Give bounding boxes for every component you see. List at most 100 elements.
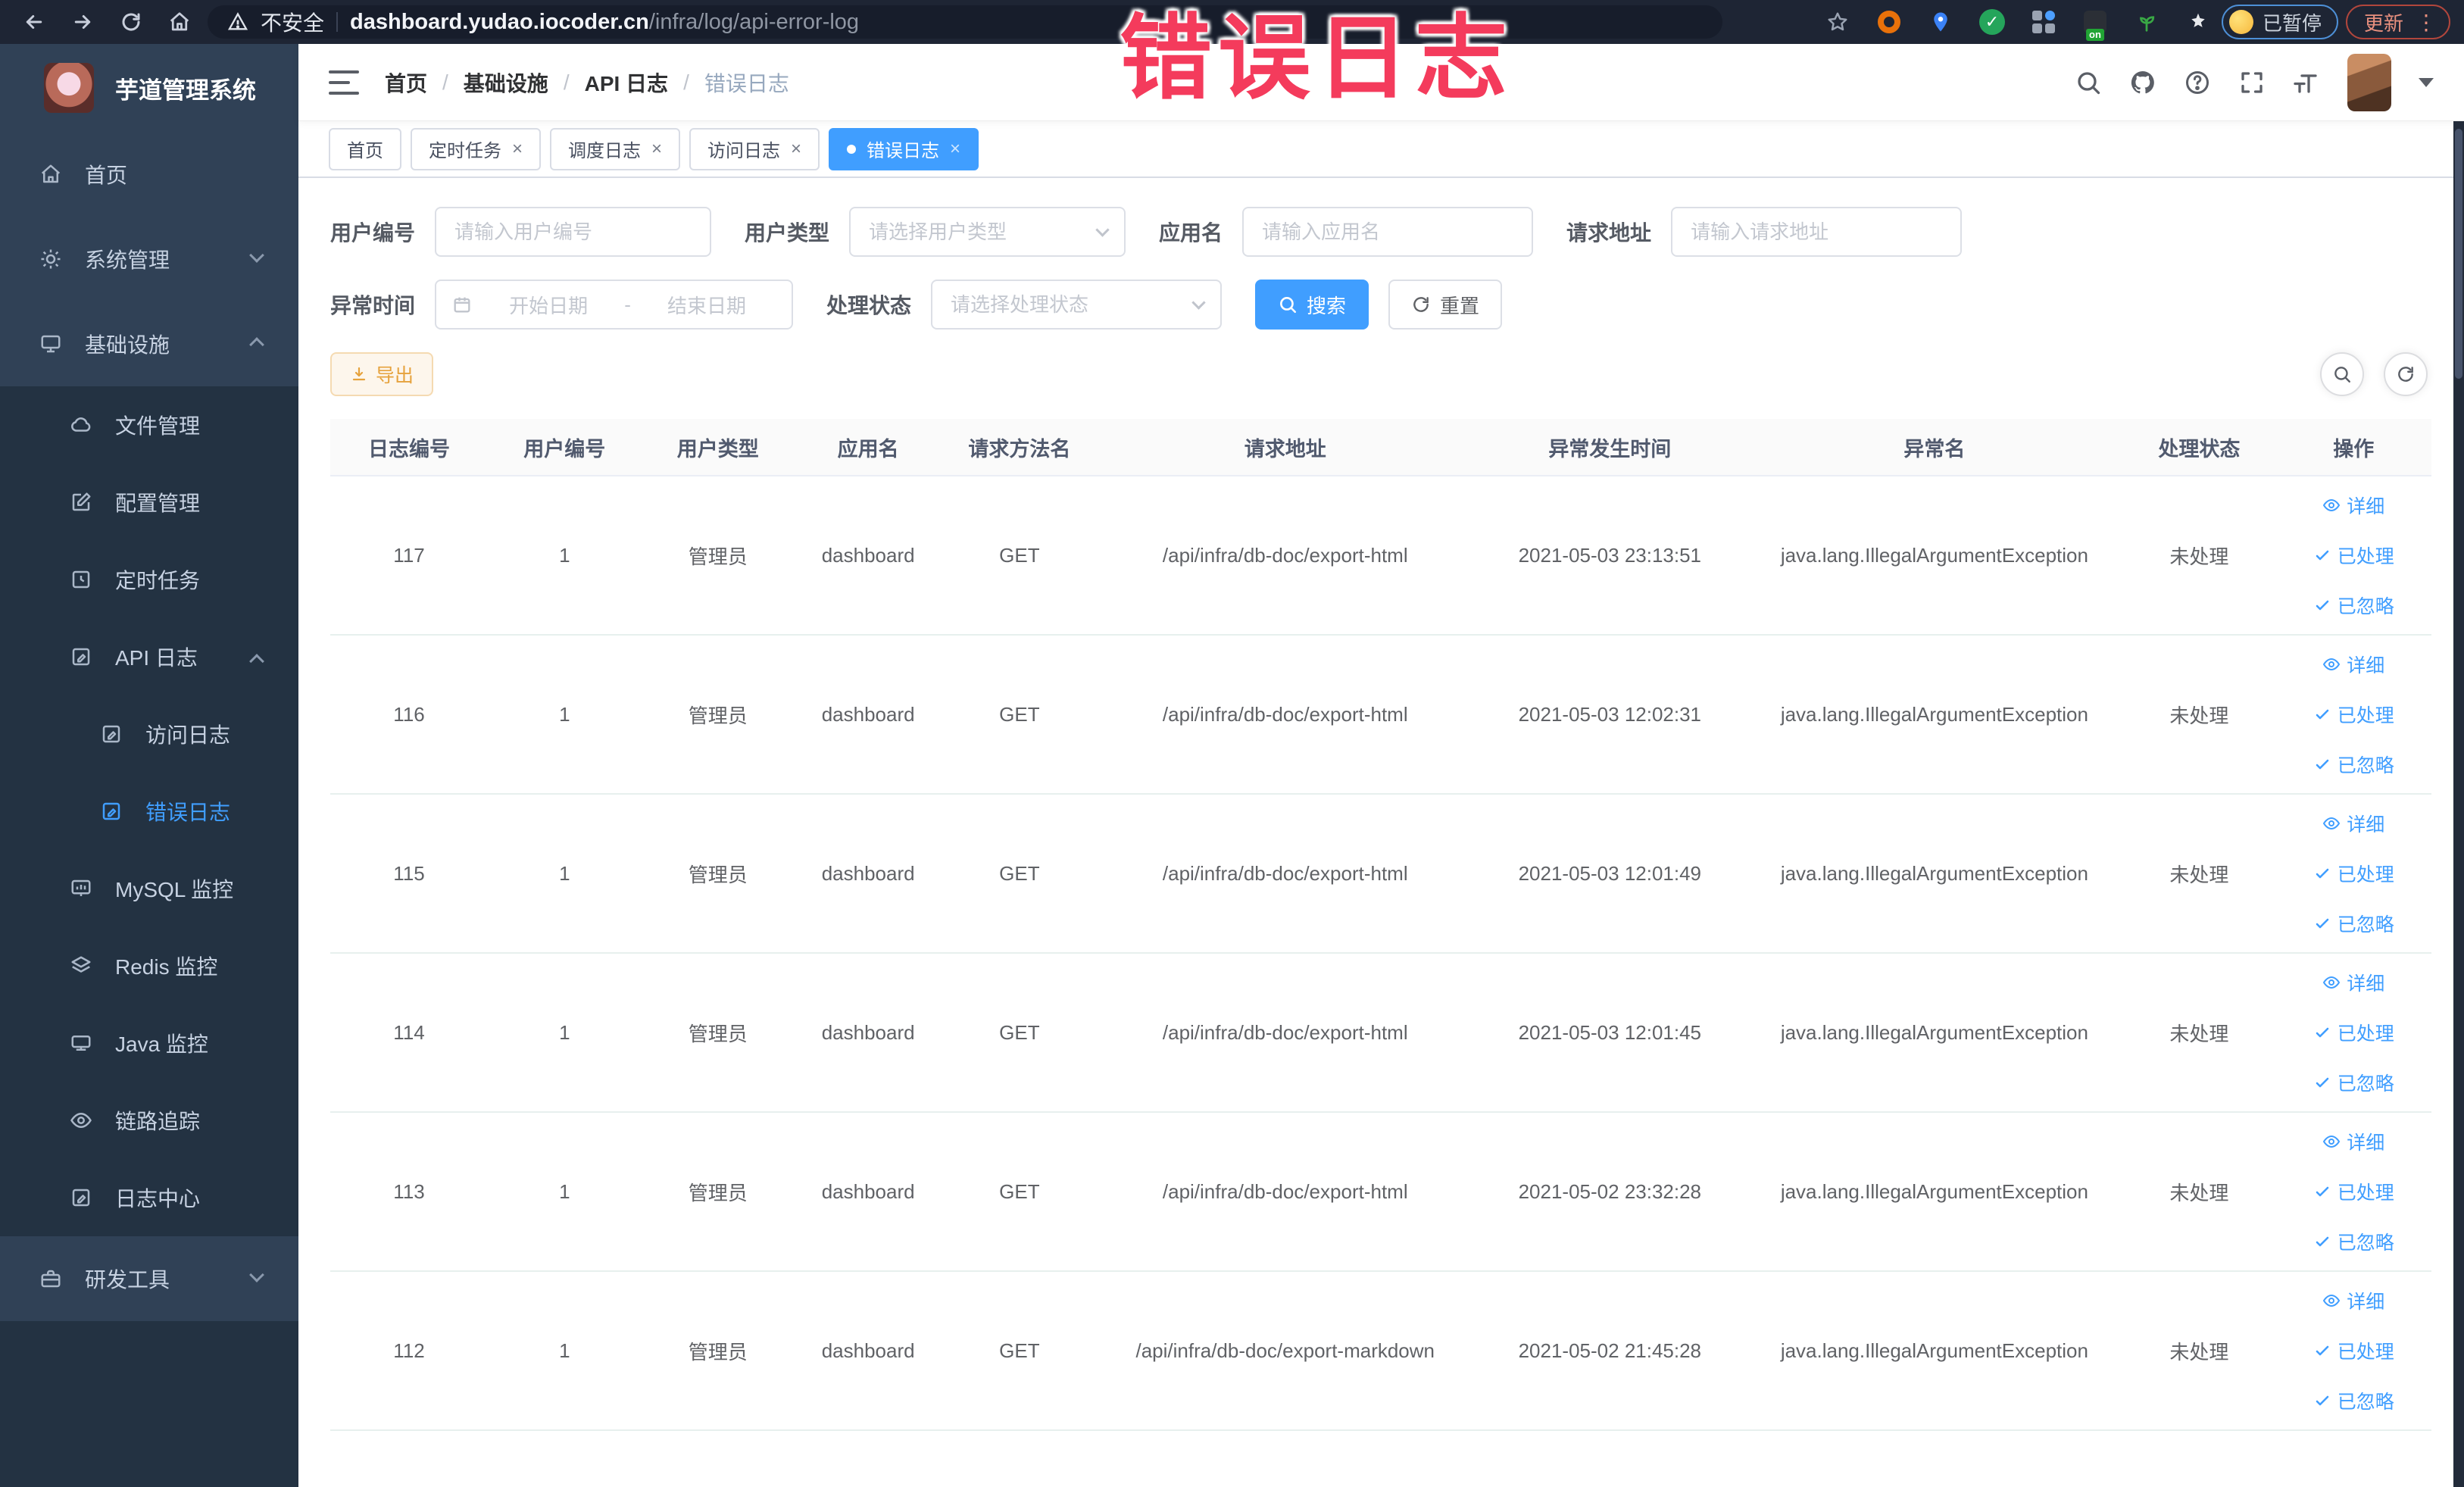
back-icon[interactable]	[14, 5, 55, 39]
cell-method: GET	[999, 861, 1040, 885]
font-size-icon[interactable]	[2293, 69, 2320, 96]
avatar-caret-icon[interactable]	[2419, 77, 2434, 87]
breadcrumb-item[interactable]: 基础设施	[464, 67, 548, 98]
page-scrollbar[interactable]	[2453, 121, 2464, 1487]
reload-icon[interactable]	[111, 5, 151, 39]
action-已处理[interactable]: 已处理	[2313, 701, 2394, 728]
action-已处理[interactable]: 已处理	[2313, 542, 2394, 569]
sidebar-item-错误日志[interactable]: 错误日志	[0, 773, 298, 850]
grid-extension-icon[interactable]	[2028, 6, 2060, 38]
action-详细[interactable]: 详细	[2322, 651, 2384, 678]
search-icon[interactable]	[2075, 69, 2102, 96]
export-button[interactable]: 导出	[330, 352, 434, 396]
sidebar-item-首页[interactable]: 首页	[0, 132, 298, 217]
action-已忽略[interactable]: 已忽略	[2313, 1069, 2394, 1096]
tab-定时任务[interactable]: 定时任务 ×	[411, 127, 542, 170]
refresh-table-button[interactable]	[2384, 352, 2428, 396]
browser-update-button[interactable]: 更新 ⋮	[2345, 5, 2450, 39]
puzzle-extension-icon[interactable]	[2182, 6, 2214, 38]
sidebar-item-文件管理[interactable]: 文件管理	[0, 386, 298, 464]
sidebar-item-配置管理[interactable]: 配置管理	[0, 464, 298, 541]
date-range-picker[interactable]: 开始日期 - 结束日期	[435, 280, 794, 330]
user-avatar[interactable]	[2347, 53, 2391, 111]
sidebar-item-基础设施[interactable]: 基础设施	[0, 301, 298, 386]
app-logo-row[interactable]: 芋道管理系统	[0, 44, 298, 132]
location-extension-icon[interactable]	[1925, 6, 1957, 38]
action-详细[interactable]: 详细	[2322, 1287, 2384, 1314]
date-separator: -	[624, 292, 631, 316]
sidebar-item-链路追踪[interactable]: 链路追踪	[0, 1082, 298, 1159]
tab-首页[interactable]: 首页	[329, 127, 401, 170]
user-id-input[interactable]	[435, 207, 712, 257]
url-text[interactable]: dashboard.yudao.iocoder.cn/infra/log/api…	[350, 10, 859, 35]
collapse-sidebar-icon[interactable]	[329, 70, 359, 95]
sidebar-item-API-日志[interactable]: API 日志	[0, 618, 298, 695]
sidebar-item-MySQL-监控[interactable]: MySQL 监控	[0, 850, 298, 927]
breadcrumb-item[interactable]: 首页	[385, 67, 427, 98]
close-tab-icon[interactable]: ×	[950, 139, 960, 158]
action-label: 已忽略	[2337, 1232, 2394, 1254]
action-详细[interactable]: 详细	[2322, 1128, 2384, 1155]
action-已处理[interactable]: 已处理	[2313, 1019, 2394, 1046]
cell-url: /api/infra/db-doc/export-html	[1162, 1179, 1408, 1203]
sidebar-item-系统管理[interactable]: 系统管理	[0, 217, 298, 301]
tab-访问日志[interactable]: 访问日志 ×	[689, 127, 820, 170]
cell-user_id: 1	[559, 1179, 570, 1203]
toggle-search-button[interactable]	[2320, 352, 2364, 396]
forward-icon[interactable]	[62, 5, 103, 39]
not-secure-warning-icon[interactable]	[227, 11, 248, 33]
check-icon	[2313, 914, 2331, 932]
action-已忽略[interactable]: 已忽略	[2313, 910, 2394, 937]
action-已忽略[interactable]: 已忽略	[2313, 1387, 2394, 1414]
app-name-input[interactable]	[1242, 207, 1534, 257]
action-已忽略[interactable]: 已忽略	[2313, 1228, 2394, 1255]
browser-menu-icon[interactable]: ⋮	[2416, 10, 2437, 35]
table-toolbar: 导出	[330, 352, 2431, 396]
close-tab-icon[interactable]: ×	[512, 139, 523, 158]
not-secure-label[interactable]: 不安全	[261, 7, 324, 37]
action-详细[interactable]: 详细	[2322, 492, 2384, 519]
request-url-input[interactable]	[1671, 207, 1963, 257]
search-button[interactable]: 搜索	[1255, 280, 1369, 330]
green-check-extension-icon[interactable]: ✓	[1976, 6, 2008, 38]
breadcrumb-separator: /	[442, 70, 448, 94]
cloud-icon	[68, 412, 94, 438]
sidebar-item-研发工具[interactable]: 研发工具	[0, 1236, 298, 1321]
sidebar-item-Redis-监控[interactable]: Redis 监控	[0, 927, 298, 1004]
action-已忽略[interactable]: 已忽略	[2313, 592, 2394, 619]
help-icon[interactable]	[2184, 69, 2211, 96]
sidebar-item-日志中心[interactable]: 日志中心	[0, 1159, 298, 1236]
sidebar-item-访问日志[interactable]: 访问日志	[0, 695, 298, 773]
adblock-extension-icon[interactable]	[1873, 6, 1905, 38]
chevron-down-icon	[249, 1267, 264, 1282]
monitor-icon	[38, 331, 64, 357]
action-详细[interactable]: 详细	[2322, 969, 2384, 996]
home-icon[interactable]	[159, 5, 200, 39]
action-已处理[interactable]: 已处理	[2313, 860, 2394, 887]
fullscreen-icon[interactable]	[2238, 69, 2266, 96]
action-已处理[interactable]: 已处理	[2313, 1178, 2394, 1205]
close-tab-icon[interactable]: ×	[791, 139, 801, 158]
close-tab-icon[interactable]: ×	[651, 139, 662, 158]
column-header: 用户编号	[523, 437, 606, 461]
sidebar-item-定时任务[interactable]: 定时任务	[0, 541, 298, 618]
proxy-extension-icon[interactable]: on	[2079, 6, 2111, 41]
cell-user_type: 管理员	[688, 704, 748, 727]
action-详细[interactable]: 详细	[2322, 810, 2384, 837]
scrollbar-thumb[interactable]	[2455, 129, 2462, 379]
user-type-select[interactable]	[849, 207, 1126, 257]
sprout-extension-icon[interactable]	[2131, 6, 2163, 38]
reset-button[interactable]: 重置	[1388, 280, 1503, 330]
breadcrumb-item[interactable]: API 日志	[585, 67, 668, 98]
action-已处理[interactable]: 已处理	[2313, 1337, 2394, 1364]
process-status-select[interactable]	[931, 280, 1223, 330]
bookmark-star-icon[interactable]	[1822, 6, 1853, 38]
browser-profile-chip[interactable]: 已暂停	[2221, 5, 2338, 39]
tab-调度日志[interactable]: 调度日志 ×	[550, 127, 681, 170]
cell-app_name: dashboard	[821, 1179, 915, 1203]
github-icon[interactable]	[2129, 69, 2156, 96]
sidebar-item-Java-监控[interactable]: Java 监控	[0, 1004, 298, 1082]
action-已忽略[interactable]: 已忽略	[2313, 751, 2394, 778]
cell-app_name: dashboard	[821, 543, 915, 567]
tab-错误日志[interactable]: 错误日志 ×	[829, 127, 979, 170]
